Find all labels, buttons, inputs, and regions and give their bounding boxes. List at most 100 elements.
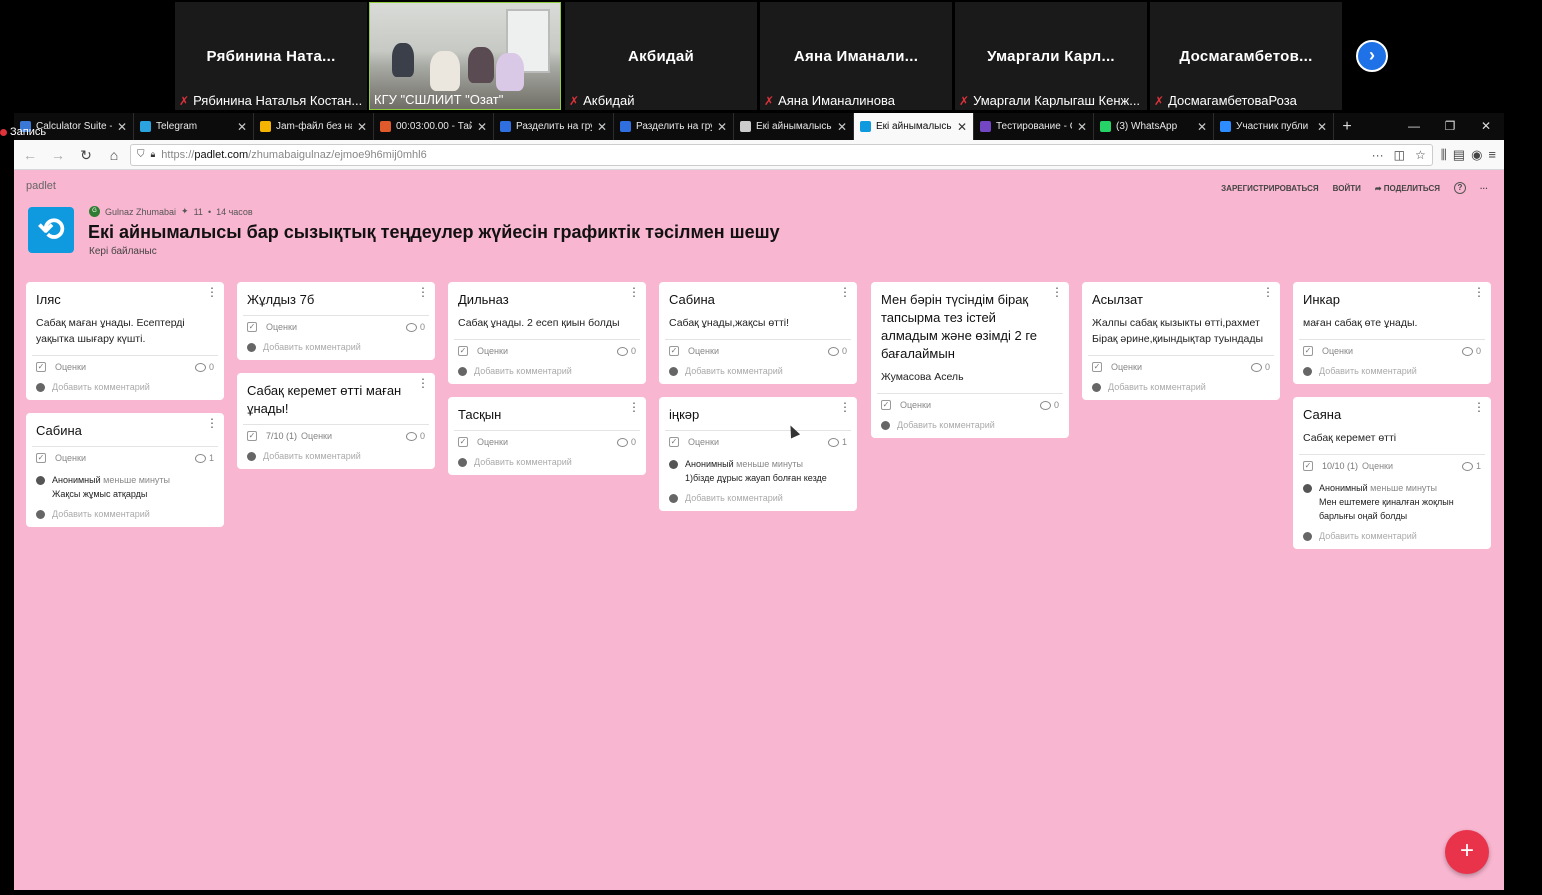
post-menu-icon[interactable]: ⋮ xyxy=(417,377,429,389)
browser-tab[interactable]: Разделить на гру ✕ xyxy=(494,113,614,140)
add-comment-input[interactable]: Добавить комментарий xyxy=(36,382,214,392)
add-comment-input[interactable]: Добавить комментарий xyxy=(1303,366,1481,376)
add-comment-input[interactable]: Добавить комментарий xyxy=(36,509,214,519)
address-bar[interactable]: ⛉ 🔒︎ https://padlet.com/zhumabaigulnaz/e… xyxy=(130,143,1433,166)
post-card[interactable]: ⋮ Сабақ керемет өтті маған ұнады! ✓ 7/10 (1… xyxy=(237,373,435,469)
post-menu-icon[interactable]: ⋮ xyxy=(839,401,851,413)
tab-close-icon[interactable]: ✕ xyxy=(237,120,247,134)
rating-label[interactable]: Оценки xyxy=(900,400,931,410)
tab-close-icon[interactable]: ✕ xyxy=(477,120,487,134)
participant-tile[interactable]: Умаргали Карл... ✗ Умаргали Карлыгаш Кенж.… xyxy=(955,2,1147,110)
restore-button[interactable]: ❐ xyxy=(1432,113,1468,140)
minimize-button[interactable]: — xyxy=(1396,113,1432,140)
add-comment-input[interactable]: Добавить комментарий xyxy=(247,451,425,461)
rating-checkbox-icon[interactable]: ✓ xyxy=(881,400,891,410)
comment-count[interactable]: 1 xyxy=(1461,461,1481,471)
rating-label[interactable]: Оценки xyxy=(1362,461,1393,471)
signup-link[interactable]: ЗАРЕГИСТРИРОВАТЬСЯ xyxy=(1221,184,1318,193)
rating-label[interactable]: Оценки xyxy=(55,362,86,372)
post-card[interactable]: ⋮ Жұлдыз 7б ✓ Оценки 0 Добавить комментарий xyxy=(237,282,435,360)
comment-count[interactable]: 1 xyxy=(827,437,847,447)
help-icon[interactable]: ? xyxy=(1454,182,1466,194)
participant-tile[interactable]: КГУ "СШЛИИТ "Озат" xyxy=(369,2,561,110)
browser-tab[interactable]: Тестирование - G ✕ xyxy=(974,113,1094,140)
post-menu-icon[interactable]: ⋮ xyxy=(1473,286,1485,298)
rating-label[interactable]: Оценки xyxy=(1322,346,1353,356)
forward-button[interactable]: → xyxy=(46,143,70,167)
browser-tab[interactable]: 00:03:00.00 - Тайм ✕ xyxy=(374,113,494,140)
author-name[interactable]: Gulnaz Zhumabai xyxy=(105,207,176,217)
tab-close-icon[interactable]: ✕ xyxy=(717,120,727,134)
post-menu-icon[interactable]: ⋮ xyxy=(1473,401,1485,413)
add-post-button[interactable]: + xyxy=(1445,830,1489,874)
add-comment-input[interactable]: Добавить комментарий xyxy=(458,366,636,376)
comment-count[interactable]: 0 xyxy=(1461,346,1481,356)
tab-close-icon[interactable]: ✕ xyxy=(117,120,127,134)
share-button[interactable]: ➦ ПОДЕЛИТЬСЯ xyxy=(1375,184,1440,193)
rating-label[interactable]: Оценки xyxy=(688,437,719,447)
post-card[interactable]: ⋮ Сабина ✓ Оценки 1 Анонимный меньше минуты Жа… xyxy=(26,413,224,527)
browser-tab[interactable]: Telegram ✕ xyxy=(134,113,254,140)
rating-checkbox-icon[interactable]: ✓ xyxy=(36,453,46,463)
post-card[interactable]: ⋮ Асылзат Жалпы сабақ кызыкты өтті,рахмет Б… xyxy=(1082,282,1280,400)
tab-close-icon[interactable]: ✕ xyxy=(957,120,967,134)
close-window-button[interactable]: ✕ xyxy=(1468,113,1504,140)
add-comment-input[interactable]: Добавить комментарий xyxy=(1303,531,1481,541)
comment-count[interactable]: 0 xyxy=(616,437,636,447)
add-comment-input[interactable]: Добавить комментарий xyxy=(1092,382,1270,392)
login-link[interactable]: ВОЙТИ xyxy=(1333,184,1361,193)
post-card[interactable]: ⋮ іңкәр ✓ Оценки 1 Анонимный меньше минуты 1)б… xyxy=(659,397,857,511)
post-menu-icon[interactable]: ⋮ xyxy=(839,286,851,298)
add-comment-input[interactable]: Добавить комментарий xyxy=(881,420,1059,430)
browser-tab[interactable]: Участник публи ✕ xyxy=(1214,113,1334,140)
new-tab-button[interactable]: + xyxy=(1334,113,1360,140)
post-card[interactable]: ⋮ Саяна Сабақ керемет өтті ✓ 10/10 (1) Оценки… xyxy=(1293,397,1491,549)
post-menu-icon[interactable]: ⋮ xyxy=(417,286,429,298)
participant-tile[interactable]: Акбидай ✗ Акбидай xyxy=(565,2,757,110)
comment-count[interactable]: 0 xyxy=(405,322,425,332)
reader-icon[interactable]: ▤ xyxy=(1453,147,1465,163)
rating-label[interactable]: Оценки xyxy=(1111,362,1142,372)
rating-checkbox-icon[interactable]: ✓ xyxy=(1092,362,1102,372)
comment-count[interactable]: 0 xyxy=(1250,362,1270,372)
tab-close-icon[interactable]: ✕ xyxy=(1197,120,1207,134)
account-icon[interactable]: ◉ xyxy=(1471,147,1482,163)
pocket-icon[interactable]: ◫ xyxy=(1394,148,1405,162)
tab-close-icon[interactable]: ✕ xyxy=(1317,120,1327,134)
library-icon[interactable]: ⫼ xyxy=(1441,147,1447,163)
browser-tab[interactable]: (3) WhatsApp ✕ xyxy=(1094,113,1214,140)
tab-close-icon[interactable]: ✕ xyxy=(1077,120,1087,134)
add-comment-input[interactable]: Добавить комментарий xyxy=(669,366,847,376)
chevron-right-icon[interactable]: › xyxy=(1356,40,1388,72)
post-card[interactable]: ⋮ Сабина Сабақ ұнады,жақсы өтті! ✓ Оценки 0 До… xyxy=(659,282,857,384)
home-button[interactable]: ⌂ xyxy=(102,143,126,167)
post-menu-icon[interactable]: ⋮ xyxy=(628,286,640,298)
rating-checkbox-icon[interactable]: ✓ xyxy=(247,431,257,441)
comment-count[interactable]: 0 xyxy=(827,346,847,356)
participant-tile[interactable]: Аяна Иманали... ✗ Аяна Иманалинова xyxy=(760,2,952,110)
comment-count[interactable]: 0 xyxy=(194,362,214,372)
rating-checkbox-icon[interactable]: ✓ xyxy=(1303,346,1313,356)
comment-count[interactable]: 0 xyxy=(1039,400,1059,410)
rating-checkbox-icon[interactable]: ✓ xyxy=(669,437,679,447)
bookmark-star-icon[interactable]: ☆ xyxy=(1415,148,1426,162)
menu-icon[interactable]: ≡ xyxy=(1488,147,1496,162)
post-menu-icon[interactable]: ⋮ xyxy=(1262,286,1274,298)
padlet-logo[interactable]: padlet xyxy=(26,180,56,192)
post-card[interactable]: ⋮ Дильназ Сабақ ұнады. 2 есеп қиын болды ✓ О… xyxy=(448,282,646,384)
browser-tab[interactable]: Екі айнымалысы ✕ xyxy=(854,113,974,140)
rating-checkbox-icon[interactable]: ✓ xyxy=(247,322,257,332)
post-menu-icon[interactable]: ⋮ xyxy=(1051,286,1063,298)
browser-tab[interactable]: Екі айнымалысы ✕ xyxy=(734,113,854,140)
add-comment-input[interactable]: Добавить комментарий xyxy=(669,493,847,503)
rating-checkbox-icon[interactable]: ✓ xyxy=(1303,461,1313,471)
rating-checkbox-icon[interactable]: ✓ xyxy=(669,346,679,356)
post-menu-icon[interactable]: ⋮ xyxy=(206,417,218,429)
tab-close-icon[interactable]: ✕ xyxy=(597,120,607,134)
comment-count[interactable]: 1 xyxy=(194,453,214,463)
post-card[interactable]: ⋮ Мен бәрін түсіндім бірақ тапсырма тез і… xyxy=(871,282,1069,438)
participant-tile[interactable]: Досмагамбетов... ✗ ДосмагамбетоваРоза xyxy=(1150,2,1342,110)
post-card[interactable]: ⋮ Инкар маған сабақ өте ұнады. ✓ Оценки 0 Доба… xyxy=(1293,282,1491,384)
rating-checkbox-icon[interactable]: ✓ xyxy=(458,437,468,447)
rating-label[interactable]: Оценки xyxy=(266,322,297,332)
